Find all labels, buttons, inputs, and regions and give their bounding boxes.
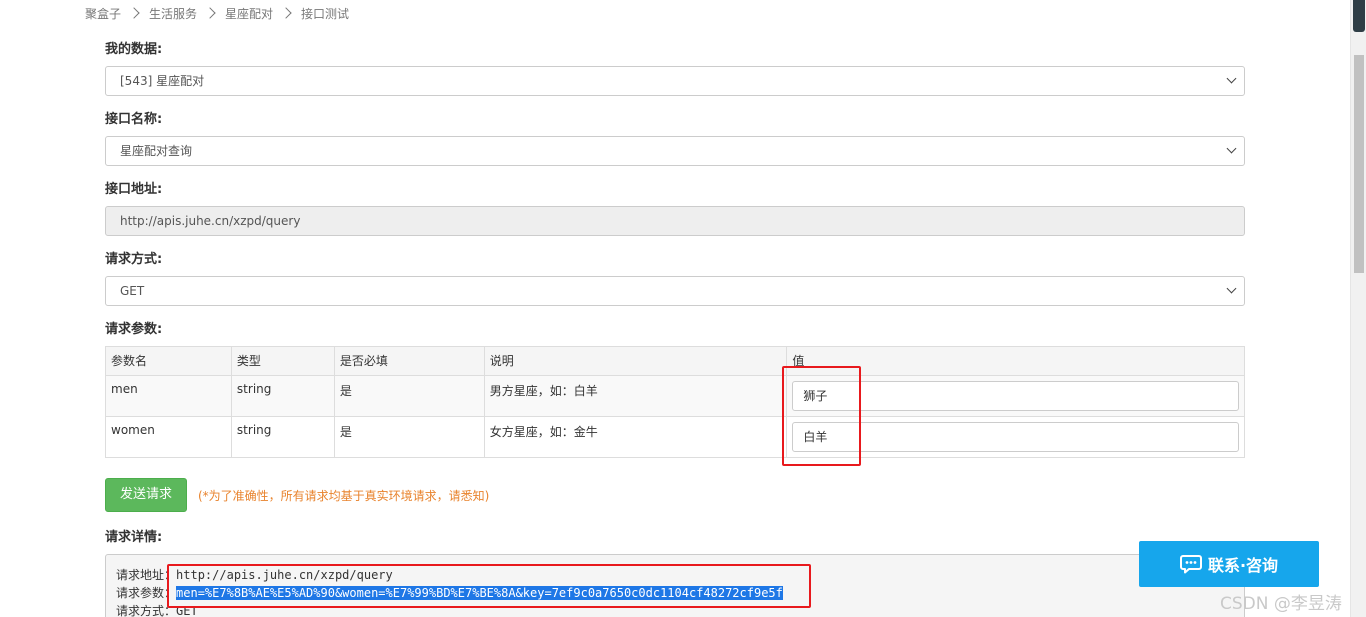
method-select-value: GET: [120, 284, 145, 298]
request-detail-label: 请求详情:: [105, 530, 163, 545]
scrollbar-thumb[interactable]: [1354, 55, 1364, 273]
detail-params-row: 请求参数：men=%E7%8B%AE%E5%AD%90&women=%E7%99…: [116, 584, 1234, 602]
request-detail-box[interactable]: 请求地址：http://apis.juhe.cn/xzpd/query 请求参数…: [105, 554, 1245, 617]
chevron-right-icon: [282, 8, 292, 18]
page-scrollbar[interactable]: [1350, 0, 1366, 617]
men-value-input[interactable]: 狮子: [792, 381, 1239, 411]
chevron-down-icon: [1226, 285, 1238, 297]
my-data-select[interactable]: [543] 星座配对: [105, 66, 1245, 96]
detail-method-prefix: 请求方式：: [116, 604, 177, 617]
detail-url-prefix: 请求地址：: [116, 568, 177, 582]
param-type-cell: string: [230, 375, 335, 417]
my-data-label: 我的数据:: [105, 42, 163, 57]
param-desc-cell: 男方星座，如：白羊: [483, 375, 788, 417]
api-test-form: 我的数据: [543] 星座配对 接口名称: 星座配对查询 接口地址: http…: [105, 40, 1245, 617]
param-value-cell: 白羊: [786, 416, 1245, 458]
column-header-required: 是否必填: [333, 346, 485, 376]
api-name-label: 接口名称:: [105, 112, 163, 127]
contact-consult-button[interactable]: 联系·咨询: [1139, 541, 1319, 587]
chat-bubble-icon: [1179, 555, 1202, 574]
breadcrumb-item-api[interactable]: 星座配对: [225, 5, 273, 22]
detail-method-value: GET: [176, 604, 198, 617]
my-data-group: 我的数据: [543] 星座配对: [105, 40, 1245, 110]
api-url-group: 接口地址: http://apis.juhe.cn/xzpd/query: [105, 180, 1245, 250]
param-name-cell: women: [105, 416, 232, 458]
detail-url-value: http://apis.juhe.cn/xzpd/query: [176, 568, 393, 582]
column-header-value: 值: [786, 346, 1245, 376]
param-required-cell: 是: [333, 375, 485, 417]
method-label: 请求方式:: [105, 252, 163, 267]
table-header-row: 参数名 类型 是否必填 说明 值: [105, 346, 1245, 376]
breadcrumb-item-current: 接口测试: [301, 6, 350, 21]
send-request-button[interactable]: 发送请求: [105, 478, 187, 512]
api-name-select-value: 星座配对查询: [120, 144, 193, 158]
table-row: women string 是 女方星座，如：金牛 白羊: [105, 416, 1245, 458]
contact-consult-label: 联系·咨询: [1207, 556, 1279, 575]
api-name-select[interactable]: 星座配对查询: [105, 136, 1245, 166]
chevron-down-icon: [1226, 145, 1238, 157]
detail-method-row: 请求方式：GET: [116, 602, 1234, 617]
param-required-cell: 是: [333, 416, 485, 458]
param-value-cell: 狮子: [786, 375, 1245, 417]
chevron-right-icon: [130, 8, 140, 18]
send-row: 发送请求 (*为了准确性，所有请求均基于真实环境请求，请悉知): [105, 478, 1245, 512]
api-name-group: 接口名称: 星座配对查询: [105, 110, 1245, 180]
detail-url-row: 请求地址：http://apis.juhe.cn/xzpd/query: [116, 566, 1234, 584]
detail-params-prefix: 请求参数：: [116, 586, 177, 600]
breadcrumb-item-category[interactable]: 生活服务: [149, 5, 197, 22]
param-type-cell: string: [230, 416, 335, 458]
column-header-name: 参数名: [105, 346, 232, 376]
csdn-watermark: CSDN @李昱涛: [1220, 594, 1342, 614]
param-name-cell: men: [105, 375, 232, 417]
breadcrumb-item-home[interactable]: 聚盒子: [85, 5, 121, 22]
table-row: men string 是 男方星座，如：白羊 狮子: [105, 375, 1245, 417]
chevron-down-icon: [1226, 75, 1238, 87]
column-header-type: 类型: [230, 346, 335, 376]
method-group: 请求方式: GET: [105, 250, 1245, 320]
accuracy-notice: (*为了准确性，所有请求均基于真实环境请求，请悉知): [198, 488, 490, 503]
params-label: 请求参数:: [105, 322, 163, 337]
method-select[interactable]: GET: [105, 276, 1245, 306]
breadcrumb: 聚盒子 生活服务 星座配对 接口测试: [85, 4, 349, 22]
params-table: 参数名 类型 是否必填 说明 值 men string 是 男方星座，如：白羊 …: [105, 346, 1245, 458]
column-header-desc: 说明: [483, 346, 788, 376]
widget-tab: [1353, 0, 1365, 32]
detail-params-value[interactable]: men=%E7%8B%AE%E5%AD%90&women=%E7%99%BD%E…: [176, 586, 783, 600]
api-url-label: 接口地址:: [105, 182, 163, 197]
my-data-select-value: [543] 星座配对: [120, 74, 205, 88]
param-desc-cell: 女方星座，如：金牛: [483, 416, 788, 458]
chevron-right-icon: [206, 8, 216, 18]
api-url-field: http://apis.juhe.cn/xzpd/query: [105, 206, 1245, 236]
api-url-value: http://apis.juhe.cn/xzpd/query: [120, 214, 301, 228]
women-value-input[interactable]: 白羊: [792, 422, 1239, 452]
